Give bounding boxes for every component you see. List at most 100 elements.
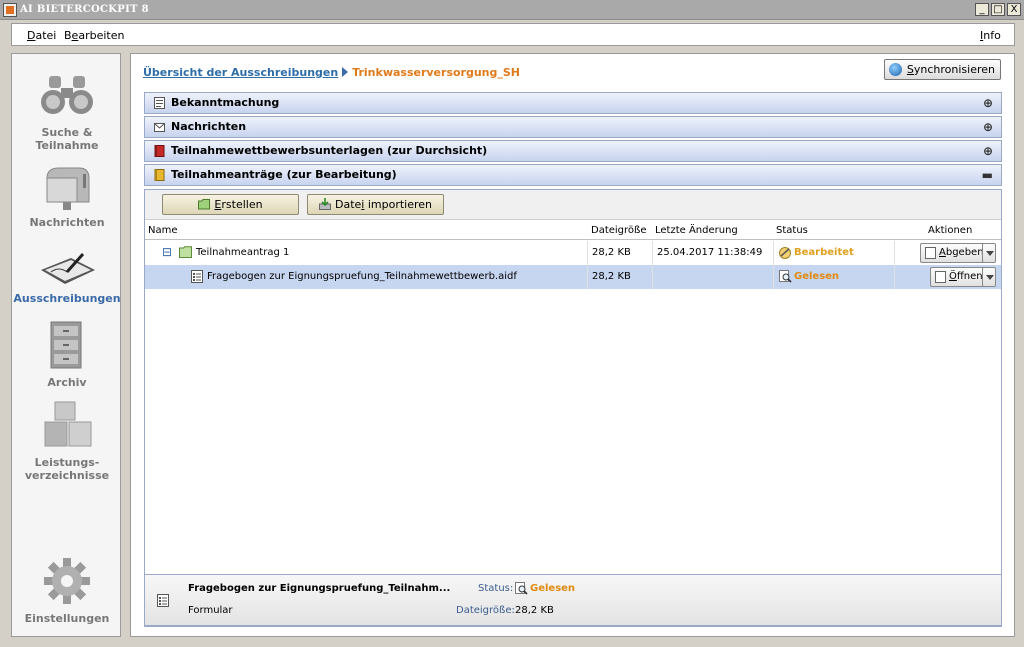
table-header: Name Dateigröße Letzte Änderung Status A… [145, 221, 1001, 240]
breadcrumb-arrow-icon [342, 67, 349, 77]
breadcrumb: Übersicht der Ausschreibungen Trinkwasser… [143, 66, 520, 79]
row-status: Bearbeitet [794, 247, 854, 258]
minimize-button[interactable]: _ [975, 3, 989, 16]
collapse-tree-icon[interactable]: ⊟ [162, 245, 172, 259]
boxes-icon [44, 401, 92, 447]
row-name: Teilnahmeantrag 1 [196, 247, 290, 258]
collapse-icon[interactable]: ▬ [982, 165, 993, 185]
globe-icon [888, 63, 902, 76]
nav-services[interactable]: Leistungs-verzeichnisse [12, 400, 122, 482]
window-title: AI BIETERCOCKPIT 8 [20, 4, 149, 15]
expand-icon[interactable]: ⊕ [983, 141, 993, 161]
submit-dropdown-button[interactable] [982, 243, 996, 263]
red-book-icon [154, 145, 165, 157]
section-label: Teilnahmewettbewerbsunterlagen (zur Durc… [171, 144, 488, 157]
tablet-pen-icon [41, 253, 95, 284]
magnifier-icon [779, 270, 792, 283]
open-button[interactable]: Öffnen [930, 267, 988, 287]
yellow-book-icon [154, 169, 165, 181]
import-icon [318, 198, 331, 210]
teilnahmeantraege-panel: Erstellen Datei importieren Name Dateigr… [144, 189, 1002, 627]
app-icon [3, 3, 17, 17]
envelope-icon [154, 123, 165, 132]
row-changed: 25.04.2017 11:38:49 [657, 247, 763, 258]
table-row[interactable]: Fragebogen zur Eignungspruefung_Teilnahm… [145, 265, 1001, 289]
nav-tenders-label: Ausschreibungen [13, 292, 121, 305]
form-document-icon [191, 270, 203, 283]
section-nachrichten[interactable]: Nachrichten ⊕ [144, 116, 1002, 138]
column-separator [773, 265, 774, 289]
column-separator [894, 241, 895, 265]
nav-messages[interactable]: Nachrichten [12, 164, 122, 229]
expand-icon[interactable]: ⊕ [983, 93, 993, 113]
breadcrumb-overview-link[interactable]: Übersicht der Ausschreibungen [143, 66, 338, 79]
newspaper-icon [154, 97, 165, 109]
nav-messages-label: Nachrichten [29, 216, 105, 229]
section-bekanntmachung[interactable]: Bekanntmachung ⊕ [144, 92, 1002, 114]
gear-icon [44, 558, 90, 604]
create-button[interactable]: Erstellen [162, 194, 299, 215]
title-bar: AI BIETERCOCKPIT 8 _ □ X [0, 0, 1024, 20]
synchronize-button[interactable]: Synchronisieren [883, 59, 1001, 80]
close-button[interactable]: X [1007, 3, 1021, 16]
submit-button[interactable]: Abgeben [920, 243, 989, 263]
form-document-icon [157, 594, 169, 607]
row-status: Gelesen [794, 271, 840, 282]
window-controls: _ □ X [975, 3, 1021, 16]
nav-services-label: Leistungs-verzeichnisse [24, 456, 110, 482]
table-row[interactable]: ⊟ Teilnahmeantrag 1 28,2 KB 25.04.2017 1… [145, 241, 1001, 265]
column-separator [652, 241, 653, 265]
submit-icon [925, 247, 936, 259]
column-size[interactable]: Dateigröße [591, 225, 647, 236]
column-separator [587, 241, 588, 265]
nav-search[interactable]: Suche & Teilnahme [12, 72, 122, 152]
column-separator [773, 241, 774, 265]
menu-datei[interactable]: Datei [27, 29, 56, 42]
nav-settings[interactable]: Einstellungen [12, 556, 122, 625]
binoculars-icon [41, 76, 93, 114]
menu-bar: Datei Bearbeiten Info [11, 23, 1015, 46]
expand-icon[interactable]: ⊕ [983, 117, 993, 137]
details-size-label: Dateigröße: [456, 605, 515, 616]
details-panel: Fragebogen zur Eignungspruefung_Teilnahm… [144, 574, 1002, 626]
column-changed[interactable]: Letzte Änderung [655, 225, 738, 236]
mailbox-icon [46, 167, 90, 210]
section-teilnahmewettbewerbsunterlagen[interactable]: Teilnahmewettbewerbsunterlagen (zur Durc… [144, 140, 1002, 162]
row-name: Fragebogen zur Eignungspruefung_Teilnahm… [207, 271, 517, 282]
details-status-value: Gelesen [530, 583, 576, 594]
column-separator [587, 265, 588, 289]
nav-settings-label: Einstellungen [24, 612, 110, 625]
nav-archive[interactable]: Archiv [12, 320, 122, 389]
magnifier-icon [515, 582, 528, 595]
nav-search-label: Suche & Teilnahme [35, 126, 99, 152]
maximize-button[interactable]: □ [991, 3, 1005, 16]
details-name: Fragebogen zur Eignungspruefung_Teilnahm… [188, 583, 451, 594]
details-status-label: Status: [478, 583, 514, 594]
column-status[interactable]: Status [776, 225, 808, 236]
panel-toolbar: Erstellen Datei importieren [145, 190, 1001, 220]
row-size: 28,2 KB [592, 247, 631, 258]
folder-icon [179, 246, 192, 258]
details-type: Formular [188, 605, 233, 616]
menu-info[interactable]: Info [980, 29, 1001, 42]
import-file-button[interactable]: Datei importieren [307, 194, 444, 215]
new-folder-icon [198, 199, 211, 210]
column-separator [652, 265, 653, 289]
open-dropdown-button[interactable] [982, 267, 996, 287]
row-size: 28,2 KB [592, 271, 631, 282]
filing-cabinet-icon [50, 321, 82, 369]
section-teilnahmeantraege[interactable]: Teilnahmeanträge (zur Bearbeitung) ▬ [144, 164, 1002, 186]
nav-archive-label: Archiv [47, 376, 87, 389]
column-separator [894, 265, 895, 289]
main-content: Übersicht der Ausschreibungen Trinkwasser… [130, 53, 1015, 637]
menu-bearbeiten[interactable]: Bearbeiten [64, 29, 124, 42]
left-navigation: Suche & Teilnahme Nachrichten Ausschreib… [11, 53, 121, 637]
section-label: Nachrichten [171, 120, 247, 133]
details-size-value: 28,2 KB [515, 605, 554, 616]
breadcrumb-current: Trinkwasserversorgung_SH [352, 66, 521, 79]
edited-status-icon [779, 247, 791, 259]
column-name[interactable]: Name [148, 225, 178, 236]
section-label: Teilnahmeanträge (zur Bearbeitung) [171, 168, 397, 181]
nav-tenders[interactable]: Ausschreibungen [12, 248, 122, 305]
column-actions: Aktionen [928, 225, 973, 236]
